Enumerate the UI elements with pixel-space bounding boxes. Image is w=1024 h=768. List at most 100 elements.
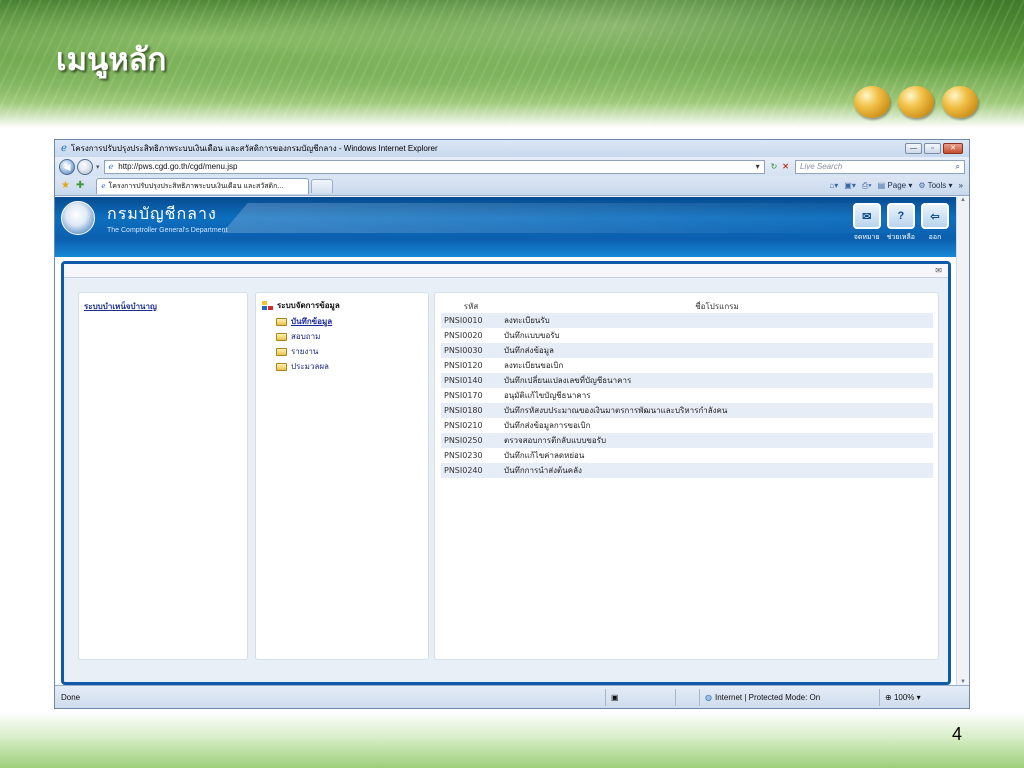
zoom-level: 100% <box>893 692 915 702</box>
tree-item-process[interactable]: ประมวลผล <box>276 360 329 373</box>
tree-root-icon <box>262 300 274 311</box>
tree-item-label: บันทึกข้อมูล <box>291 317 333 326</box>
tree-item-inquiry[interactable]: สอบถาม <box>276 330 320 343</box>
tree-panel: ระบบจัดการข้อมูล บันทึกข้อมูล สอบถาม ราย… <box>255 292 429 660</box>
tree-item-label: รายงาน <box>291 347 319 356</box>
page-menu[interactable]: ▤ Page ▾ <box>878 181 913 190</box>
refresh-icon[interactable]: ↻ <box>771 162 778 171</box>
stop-icon[interactable]: ✕ <box>782 162 789 171</box>
tree-item-record-data[interactable]: บันทึกข้อมูล <box>276 315 332 328</box>
table-row[interactable]: PNSI0250 ตรวจสอบการตีกลับแบบขอรับ <box>441 433 933 448</box>
history-dropdown-icon[interactable]: ▾ <box>96 163 100 171</box>
search-input[interactable]: Live Search ⌕ <box>795 159 965 174</box>
left-menu-panel: ระบบบำเหน็จบำนาญ <box>78 292 248 660</box>
zoom-control[interactable]: ⊕ 100% ▾ <box>879 688 939 706</box>
program-name[interactable]: ลงทะเบียนขอเบิก <box>501 358 933 373</box>
slide-footer-background <box>0 712 1024 768</box>
column-header-code: รหัส <box>463 301 479 311</box>
program-name[interactable]: ลงทะเบียนรับ <box>501 313 933 328</box>
status-empty-cell <box>675 688 699 706</box>
table-row[interactable]: PNSI0030 บันทึกส่งข้อมูล <box>441 343 933 358</box>
folder-icon <box>276 347 287 356</box>
decorative-ball-icon <box>898 86 934 118</box>
table-row[interactable]: PNSI0240 บันทึกการนำส่งต้นคลัง <box>441 463 933 478</box>
back-button[interactable]: ◀ <box>59 158 75 175</box>
internet-globe-icon: ◍ <box>705 692 712 702</box>
program-code: PNSI0010 <box>444 316 483 325</box>
window-titlebar: ℯ โครงการปรับปรุงประสิทธิภาพระบบเงินเดือ… <box>55 140 969 157</box>
program-code: PNSI0180 <box>444 406 483 415</box>
home-icon[interactable]: ⌂▾ <box>829 181 838 190</box>
program-code: PNSI0240 <box>444 466 483 475</box>
add-favorites-icon[interactable]: ✚ <box>76 180 84 191</box>
tree-item-label: สอบถาม <box>291 332 321 341</box>
program-code: PNSI0120 <box>444 361 483 370</box>
print-icon[interactable]: ⎙▾ <box>862 181 872 191</box>
program-code: PNSI0250 <box>444 436 483 445</box>
help-label: ช่วยเหลือ <box>886 234 915 241</box>
tools-menu[interactable]: ⚙ Tools ▾ <box>918 181 952 190</box>
program-code: PNSI0210 <box>444 421 483 430</box>
program-name[interactable]: บันทึกส่งข้อมูลการขอเบิก <box>501 418 933 433</box>
table-row[interactable]: PNSI0010 ลงทะเบียนรับ <box>441 313 933 328</box>
url-dropdown-icon[interactable]: ▾ <box>756 162 760 171</box>
tree-root-label: ระบบจัดการข้อมูล <box>277 301 340 310</box>
mail-small-icon[interactable]: ✉ <box>935 266 942 275</box>
minimize-button[interactable]: — <box>905 143 922 154</box>
tab-page-icon: ℯ <box>101 183 106 190</box>
tab-label: โครงการปรับปรุงประสิทธิภาพระบบเงินเดือน … <box>108 182 284 190</box>
close-button[interactable]: ✕ <box>943 143 963 154</box>
program-name[interactable]: บันทึกการนำส่งต้นคลัง <box>501 463 933 478</box>
status-bar: Done ▣ ◍ Internet | Protected Mode: On ⊕… <box>55 685 969 708</box>
forward-button[interactable]: ▶ <box>77 158 93 175</box>
table-row[interactable]: PNSI0230 บันทึกแก้ไขค่าลดหย่อน <box>441 448 933 463</box>
tree-root[interactable]: ระบบจัดการข้อมูล <box>262 299 340 312</box>
program-name[interactable]: บันทึกเปลี่ยนแปลงเลขที่บัญชีธนาคาร <box>501 373 933 388</box>
table-row[interactable]: PNSI0180 บันทึกรหัสงบประมาณของเงินมาตรการ… <box>441 403 933 418</box>
security-zone[interactable]: ◍ Internet | Protected Mode: On <box>699 688 879 706</box>
program-name[interactable]: ตรวจสอบการตีกลับแบบขอรับ <box>501 433 933 448</box>
pension-system-link[interactable]: ระบบบำเหน็จบำนาญ <box>84 300 157 313</box>
folder-icon <box>276 317 287 326</box>
new-tab-button[interactable] <box>311 178 334 193</box>
chevron-more-icon[interactable]: » <box>959 181 963 190</box>
page-menu-icon: ▤ <box>877 181 886 190</box>
folder-icon <box>276 332 287 341</box>
content-frame: ✉ ระบบบำเหน็จบำนาญ ระบบจัดการข้อมูล บันท… <box>61 261 951 685</box>
logout-icon: ⇦ <box>921 203 949 229</box>
vertical-scrollbar[interactable]: ▲ ▼ <box>956 197 969 687</box>
program-name[interactable]: บันทึกแก้ไขค่าลดหย่อน <box>501 448 933 463</box>
column-header-program-name: ชื่อโปรแกรม <box>695 301 739 311</box>
url-input[interactable]: ℯ http://pws.cgd.go.th/cgd/menu.jsp ▾ <box>103 159 765 174</box>
tree-item-report[interactable]: รายงาน <box>276 345 318 358</box>
tree-item-label: ประมวลผล <box>291 362 329 371</box>
help-button[interactable]: ? ช่วยเหลือ <box>887 203 915 243</box>
site-title-english: The Comptroller General's Department <box>107 227 228 234</box>
table-row[interactable]: PNSI0210 บันทึกส่งข้อมูลการขอเบิก <box>441 418 933 433</box>
maximize-button[interactable]: ▫ <box>924 143 941 154</box>
search-placeholder: Live Search <box>800 162 843 171</box>
logout-label: ออก <box>928 234 942 241</box>
table-row[interactable]: PNSI0170 อนุมัติแก้ไขบัญชีธนาคาร <box>441 388 933 403</box>
program-code: PNSI0170 <box>444 391 483 400</box>
table-row[interactable]: PNSI0020 บันทึกแบบขอรับ <box>441 328 933 343</box>
site-banner: กรมบัญชีกลาง The Comptroller General's D… <box>55 197 957 257</box>
program-name[interactable]: บันทึกส่งข้อมูล <box>501 343 933 358</box>
popup-blocker-icon[interactable]: ▣ <box>605 688 675 706</box>
program-name[interactable]: บันทึกรหัสงบประมาณของเงินมาตรการพัฒนาและ… <box>501 403 933 418</box>
slide-title: เมนูหลัก <box>56 42 167 78</box>
ie-logo-icon: ℯ <box>61 143 67 154</box>
logout-button[interactable]: ⇦ ออก <box>921 203 949 243</box>
table-row[interactable]: PNSI0120 ลงทะเบียนขอเบิก <box>441 358 933 373</box>
web-page: กรมบัญชีกลาง The Comptroller General's D… <box>55 197 957 687</box>
program-name[interactable]: บันทึกแบบขอรับ <box>501 328 933 343</box>
search-icon[interactable]: ⌕ <box>956 162 960 172</box>
feeds-icon[interactable]: ▣▾ <box>844 181 856 190</box>
mail-button[interactable]: ✉ จดหมาย <box>852 203 881 243</box>
page-number: 4 <box>951 724 962 744</box>
tab-active[interactable]: ℯ โครงการปรับปรุงประสิทธิภาพระบบเงินเดือ… <box>96 177 310 194</box>
program-name[interactable]: อนุมัติแก้ไขบัญชีธนาคาร <box>501 388 933 403</box>
tools-gear-icon: ⚙ <box>918 181 926 190</box>
favorites-star-icon[interactable]: ★ <box>61 180 70 191</box>
table-row[interactable]: PNSI0140 บันทึกเปลี่ยนแปลงเลขที่บัญชีธนาค… <box>441 373 933 388</box>
